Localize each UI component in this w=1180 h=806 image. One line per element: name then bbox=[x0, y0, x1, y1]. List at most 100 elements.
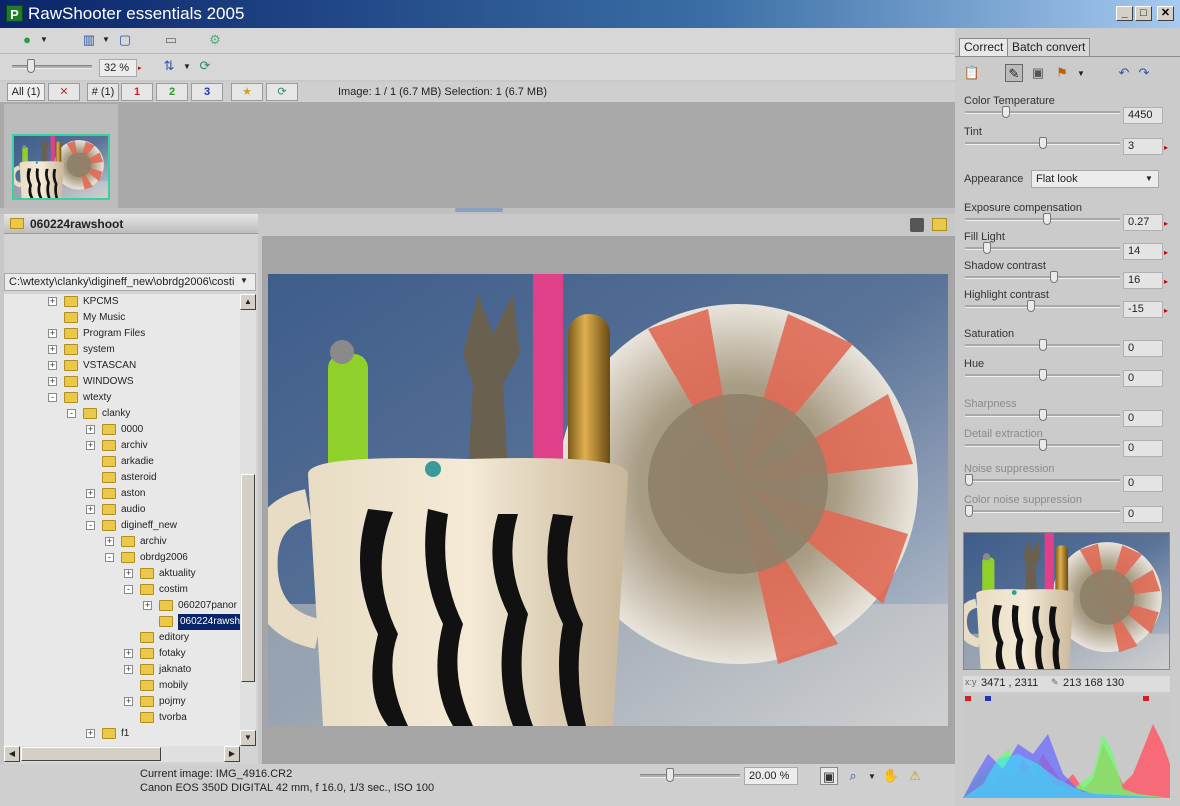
highlight-contrast-slider-handle[interactable] bbox=[1027, 300, 1035, 312]
viewer-zoom-slider[interactable] bbox=[640, 774, 740, 778]
viewer-zoom-field[interactable]: 20.00 % bbox=[744, 767, 798, 785]
tree-item[interactable]: - clanky bbox=[4, 406, 240, 422]
collapse-icon[interactable]: - bbox=[105, 553, 114, 562]
tree-item[interactable]: + KPCMS bbox=[4, 294, 240, 310]
highlight-contrast-arrow-icon[interactable]: ▸ bbox=[1164, 306, 1168, 315]
color-temperature-slider[interactable] bbox=[965, 111, 1120, 114]
color-noise-suppression-slider[interactable] bbox=[965, 510, 1120, 513]
close-button[interactable]: ✕ bbox=[1157, 6, 1174, 21]
folder-path-combo[interactable]: C:\wtexty\clanky\digineff_new\obrdg2006\… bbox=[4, 273, 256, 291]
expand-icon[interactable]: + bbox=[86, 441, 95, 450]
refresh-icon[interactable]: ⟳ bbox=[196, 57, 214, 75]
viewer-zoom-slider-handle[interactable] bbox=[666, 768, 674, 782]
expand-icon[interactable]: + bbox=[143, 601, 152, 610]
tree-item[interactable]: + jaknato bbox=[4, 662, 240, 678]
filter-priority1-tab[interactable]: 1 bbox=[121, 83, 153, 101]
tree-item[interactable]: + audio bbox=[4, 502, 240, 518]
noise-suppression-slider[interactable] bbox=[965, 479, 1120, 482]
tree-item[interactable]: My Music bbox=[4, 310, 240, 326]
collapse-icon[interactable]: - bbox=[86, 521, 95, 530]
hue-value-field[interactable]: 0 bbox=[1123, 370, 1163, 387]
expand-icon[interactable]: + bbox=[86, 729, 95, 738]
fill-light-slider-handle[interactable] bbox=[983, 242, 991, 254]
tree-item[interactable]: - costim bbox=[4, 582, 240, 598]
tree-item[interactable]: - wtexty bbox=[4, 390, 240, 406]
slideshow-icon[interactable]: ▭ bbox=[162, 31, 180, 49]
color-temperature-slider-handle[interactable] bbox=[1002, 106, 1010, 118]
shadow-contrast-slider[interactable] bbox=[965, 276, 1120, 279]
layout-icon[interactable]: ▥ bbox=[80, 31, 98, 49]
collapse-icon[interactable]: - bbox=[67, 409, 76, 418]
add-folder-icon[interactable] bbox=[932, 218, 947, 231]
tree-item[interactable]: +060207panor bbox=[4, 598, 240, 614]
tree-item[interactable]: arkadie bbox=[4, 454, 240, 470]
tree-item[interactable]: + archiv bbox=[4, 438, 240, 454]
color-noise-suppression-slider-handle[interactable] bbox=[965, 505, 973, 517]
tree-item[interactable]: + fotaky bbox=[4, 646, 240, 662]
sharpness-value-field[interactable]: 0 bbox=[1123, 410, 1163, 427]
hand-tool-icon[interactable]: ✋ bbox=[882, 767, 900, 785]
expand-icon[interactable]: + bbox=[86, 505, 95, 514]
noise-suppression-value-field[interactable]: 0 bbox=[1123, 475, 1163, 492]
zoom-icon[interactable]: ⌕ bbox=[844, 767, 862, 785]
filter-rejected-tab[interactable]: ✕ bbox=[48, 83, 80, 101]
warning-icon[interactable]: ⚠ bbox=[906, 767, 924, 785]
highlight-contrast-slider[interactable] bbox=[965, 305, 1120, 308]
detail-extraction-value-field[interactable]: 0 bbox=[1123, 440, 1163, 457]
tree-item[interactable]: + Program Files bbox=[4, 326, 240, 342]
exposure-compensation-value-field[interactable]: 0.27 bbox=[1123, 214, 1163, 231]
exposure-compensation-slider-handle[interactable] bbox=[1043, 213, 1051, 225]
zoom-value-field[interactable]: 32 % bbox=[99, 59, 137, 77]
thumb-size-slider[interactable] bbox=[12, 65, 92, 69]
expand-icon[interactable]: + bbox=[124, 569, 133, 578]
navigator-preview[interactable] bbox=[963, 532, 1170, 670]
hscroll-thumb[interactable] bbox=[21, 747, 161, 761]
settings-icon[interactable]: ⚙ bbox=[206, 31, 224, 49]
expand-icon[interactable]: + bbox=[48, 329, 57, 338]
fill-light-value-field[interactable]: 14 bbox=[1123, 243, 1163, 260]
expand-icon[interactable]: + bbox=[124, 665, 133, 674]
tree-horizontal-scrollbar[interactable]: ◀ ▶ bbox=[4, 746, 240, 762]
tree-item[interactable]: tvorba bbox=[4, 710, 240, 726]
main-photo[interactable] bbox=[268, 274, 948, 726]
expand-icon[interactable]: + bbox=[48, 297, 57, 306]
filter-hash-tab[interactable]: # (1) bbox=[87, 83, 119, 101]
tree-item[interactable]: 060224rawsh bbox=[4, 614, 240, 630]
collapse-icon[interactable]: - bbox=[124, 585, 133, 594]
saturation-value-field[interactable]: 0 bbox=[1123, 340, 1163, 357]
filter-star-tab[interactable]: ★ bbox=[231, 83, 263, 101]
tint-arrow-icon[interactable]: ▸ bbox=[1164, 143, 1168, 152]
layout-dropdown-icon[interactable]: ▼ bbox=[102, 35, 110, 44]
expand-icon[interactable]: + bbox=[124, 697, 133, 706]
expand-icon[interactable]: + bbox=[86, 489, 95, 498]
filter-all-tab[interactable]: All (1) bbox=[7, 83, 45, 101]
highlight-contrast-value-field[interactable]: -15 bbox=[1123, 301, 1163, 318]
expand-icon[interactable]: + bbox=[86, 425, 95, 434]
color-temperature-value-field[interactable]: 4450 bbox=[1123, 107, 1163, 124]
hue-slider-handle[interactable] bbox=[1039, 369, 1047, 381]
tree-item[interactable]: editory bbox=[4, 630, 240, 646]
shadow-contrast-value-field[interactable]: 16 bbox=[1123, 272, 1163, 289]
tree-item[interactable]: + aktuality bbox=[4, 566, 240, 582]
help-icon[interactable]: ● bbox=[18, 31, 36, 49]
tree-item[interactable]: - obrdg2006 bbox=[4, 550, 240, 566]
shadow-contrast-arrow-icon[interactable]: ▸ bbox=[1164, 277, 1168, 286]
tree-item[interactable]: + archiv bbox=[4, 534, 240, 550]
tree-item[interactable]: + VSTASCAN bbox=[4, 358, 240, 374]
path-dropdown-icon[interactable]: ▼ bbox=[240, 276, 248, 285]
thumbnail-image[interactable] bbox=[12, 134, 110, 200]
exposure-compensation-arrow-icon[interactable]: ▸ bbox=[1164, 219, 1168, 228]
scroll-left-icon[interactable]: ◀ bbox=[4, 746, 20, 762]
expand-icon[interactable]: + bbox=[48, 345, 57, 354]
saturation-slider-handle[interactable] bbox=[1039, 339, 1047, 351]
tint-value-field[interactable]: 3 bbox=[1123, 138, 1163, 155]
filter-priority3-tab[interactable]: 3 bbox=[191, 83, 223, 101]
splitter-grip[interactable] bbox=[455, 208, 503, 212]
tree-item[interactable]: - digineff_new bbox=[4, 518, 240, 534]
minimize-button[interactable]: _ bbox=[1116, 6, 1133, 21]
tree-item[interactable]: + pojmy bbox=[4, 694, 240, 710]
filter-processed-tab[interactable]: ⟳ bbox=[266, 83, 298, 101]
scroll-right-icon[interactable]: ▶ bbox=[224, 746, 240, 762]
color-noise-suppression-value-field[interactable]: 0 bbox=[1123, 506, 1163, 523]
expand-icon[interactable]: + bbox=[124, 649, 133, 658]
